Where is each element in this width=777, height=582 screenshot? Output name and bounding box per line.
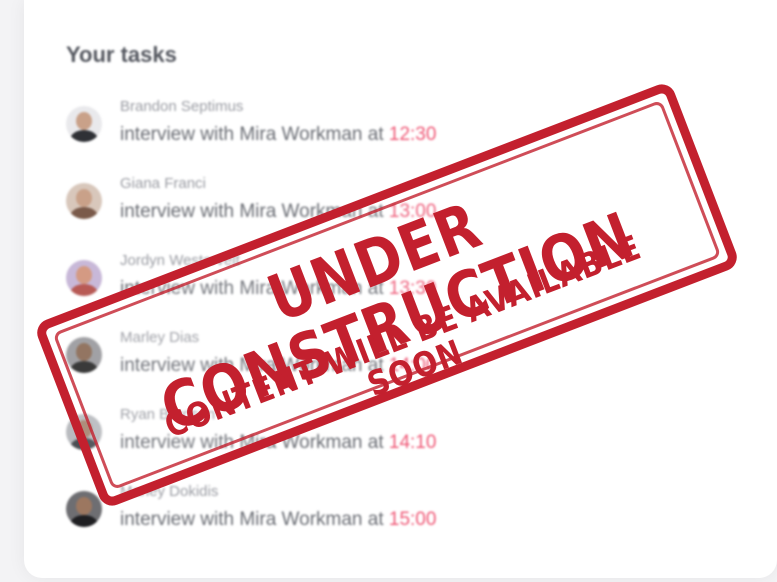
avatar <box>66 260 102 296</box>
task-description: interview with Mira Workman at 15:00 <box>120 509 436 531</box>
task-item[interactable]: Marley Dokidis interview with Mira Workm… <box>66 483 666 543</box>
task-assignee: Giana Franci <box>120 175 206 192</box>
task-assignee: Brandon Septimus <box>120 98 244 115</box>
avatar-head-icon <box>76 112 92 130</box>
avatar <box>66 491 102 527</box>
avatar-head-icon <box>76 497 92 515</box>
avatar-shoulders-icon <box>70 515 98 527</box>
avatar-head-icon <box>76 266 92 284</box>
avatar-shoulders-icon <box>70 284 98 296</box>
task-text: interview with Mira Workman at <box>120 509 384 530</box>
avatar <box>66 106 102 142</box>
tasks-title: Your tasks <box>66 42 177 67</box>
avatar-shoulders-icon <box>70 130 98 142</box>
task-time: 14:10 <box>388 432 437 453</box>
task-time: 12:30 <box>388 124 437 145</box>
task-text: interview with Mira Workman at <box>120 124 384 145</box>
avatar <box>66 183 102 219</box>
task-time: 15:00 <box>388 509 437 530</box>
task-description: interview with Mira Workman at 12:30 <box>120 124 436 146</box>
avatar-shoulders-icon <box>70 207 98 219</box>
avatar-head-icon <box>76 189 92 207</box>
